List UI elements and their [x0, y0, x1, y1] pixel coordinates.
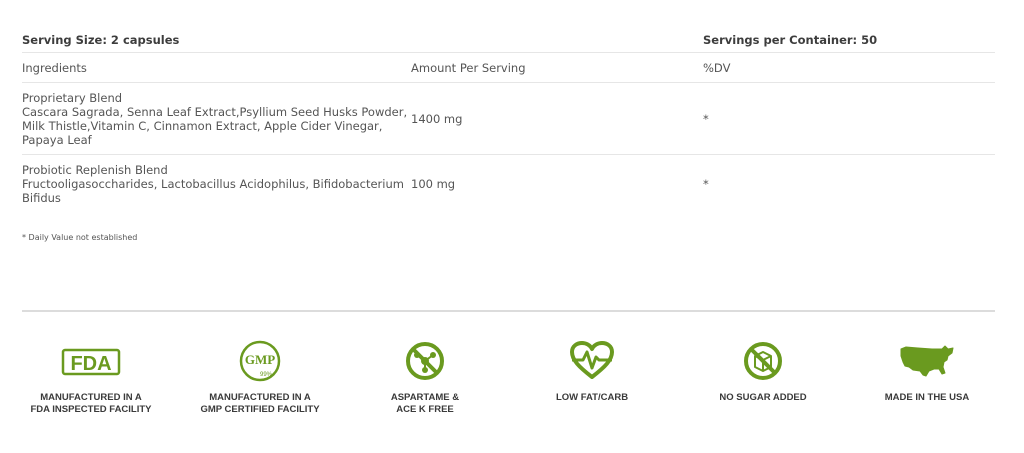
serving-size: Serving Size: 2 capsules — [22, 32, 180, 47]
no-sugar-icon — [673, 340, 853, 382]
amount-cell: 100 mg — [411, 177, 456, 191]
servings-per-container: Servings per Container: 50 — [703, 32, 878, 47]
blend-name: Proprietary Blend — [22, 90, 123, 105]
badge-label: LOW FAT/CARB — [555, 392, 629, 403]
usa-map-icon — [837, 340, 1017, 382]
badge-label: MADE IN THE USA — [884, 392, 970, 403]
badge-made-in-usa: MADE IN THE USA — [837, 340, 1017, 404]
badge-low-fat-carb: LOW FAT/CARB — [502, 340, 682, 404]
heart-pulse-icon — [502, 340, 682, 382]
fda-icon: FDA — [1, 340, 181, 382]
table-row: Proprietary Blend Cascara Sagrada, Senna… — [22, 83, 995, 155]
badge-aspartame-free: ASPARTAME & ACE K FREE — [335, 340, 515, 416]
header-ingredients: Ingredients — [22, 60, 87, 75]
badge-label: ASPARTAME & ACE K FREE — [390, 392, 460, 415]
gmp-icon-text: GMP — [245, 352, 275, 367]
table-header-row: Ingredients Amount Per Serving %DV — [22, 53, 995, 83]
table-row: Probiotic Replenish Blend Fructooligasoc… — [22, 155, 995, 213]
header-amount: Amount Per Serving — [411, 60, 526, 75]
badge-no-sugar: NO SUGAR ADDED — [673, 340, 853, 404]
fda-icon-text: FDA — [70, 353, 111, 375]
no-aspartame-icon — [335, 340, 515, 382]
section-divider — [22, 310, 995, 312]
blend-ingredients: Fructooligasoccharides, Lactobacillus Ac… — [22, 177, 404, 205]
gmp-icon-subtext: 99% — [260, 372, 273, 378]
badge-fda: FDA MANUFACTURED IN A FDA INSPECTED FACI… — [1, 340, 181, 416]
badge-label: NO SUGAR ADDED — [719, 392, 807, 403]
header-dv: %DV — [703, 60, 731, 75]
dv-cell: * — [703, 111, 709, 126]
daily-value-footnote: * Daily Value not established — [22, 233, 138, 242]
dv-cell: * — [703, 177, 709, 191]
ingredient-cell: Proprietary Blend Cascara Sagrada, Senna… — [22, 91, 411, 147]
serving-info-row: Serving Size: 2 capsules Servings per Co… — [22, 27, 995, 53]
badge-label: MANUFACTURED IN A GMP CERTIFIED FACILITY — [200, 392, 320, 415]
badge-gmp: GMP 99% MANUFACTURED IN A GMP CERTIFIED … — [170, 340, 350, 416]
badge-label: MANUFACTURED IN A FDA INSPECTED FACILITY — [30, 392, 152, 415]
gmp-icon: GMP 99% — [170, 340, 350, 382]
blend-ingredients: Cascara Sagrada, Senna Leaf Extract,Psyl… — [22, 104, 408, 147]
supplement-facts-table: Serving Size: 2 capsules Servings per Co… — [22, 27, 995, 213]
amount-cell: 1400 mg — [411, 111, 463, 126]
blend-name: Probiotic Replenish Blend — [22, 163, 168, 177]
ingredient-cell: Probiotic Replenish Blend Fructooligasoc… — [22, 163, 411, 205]
